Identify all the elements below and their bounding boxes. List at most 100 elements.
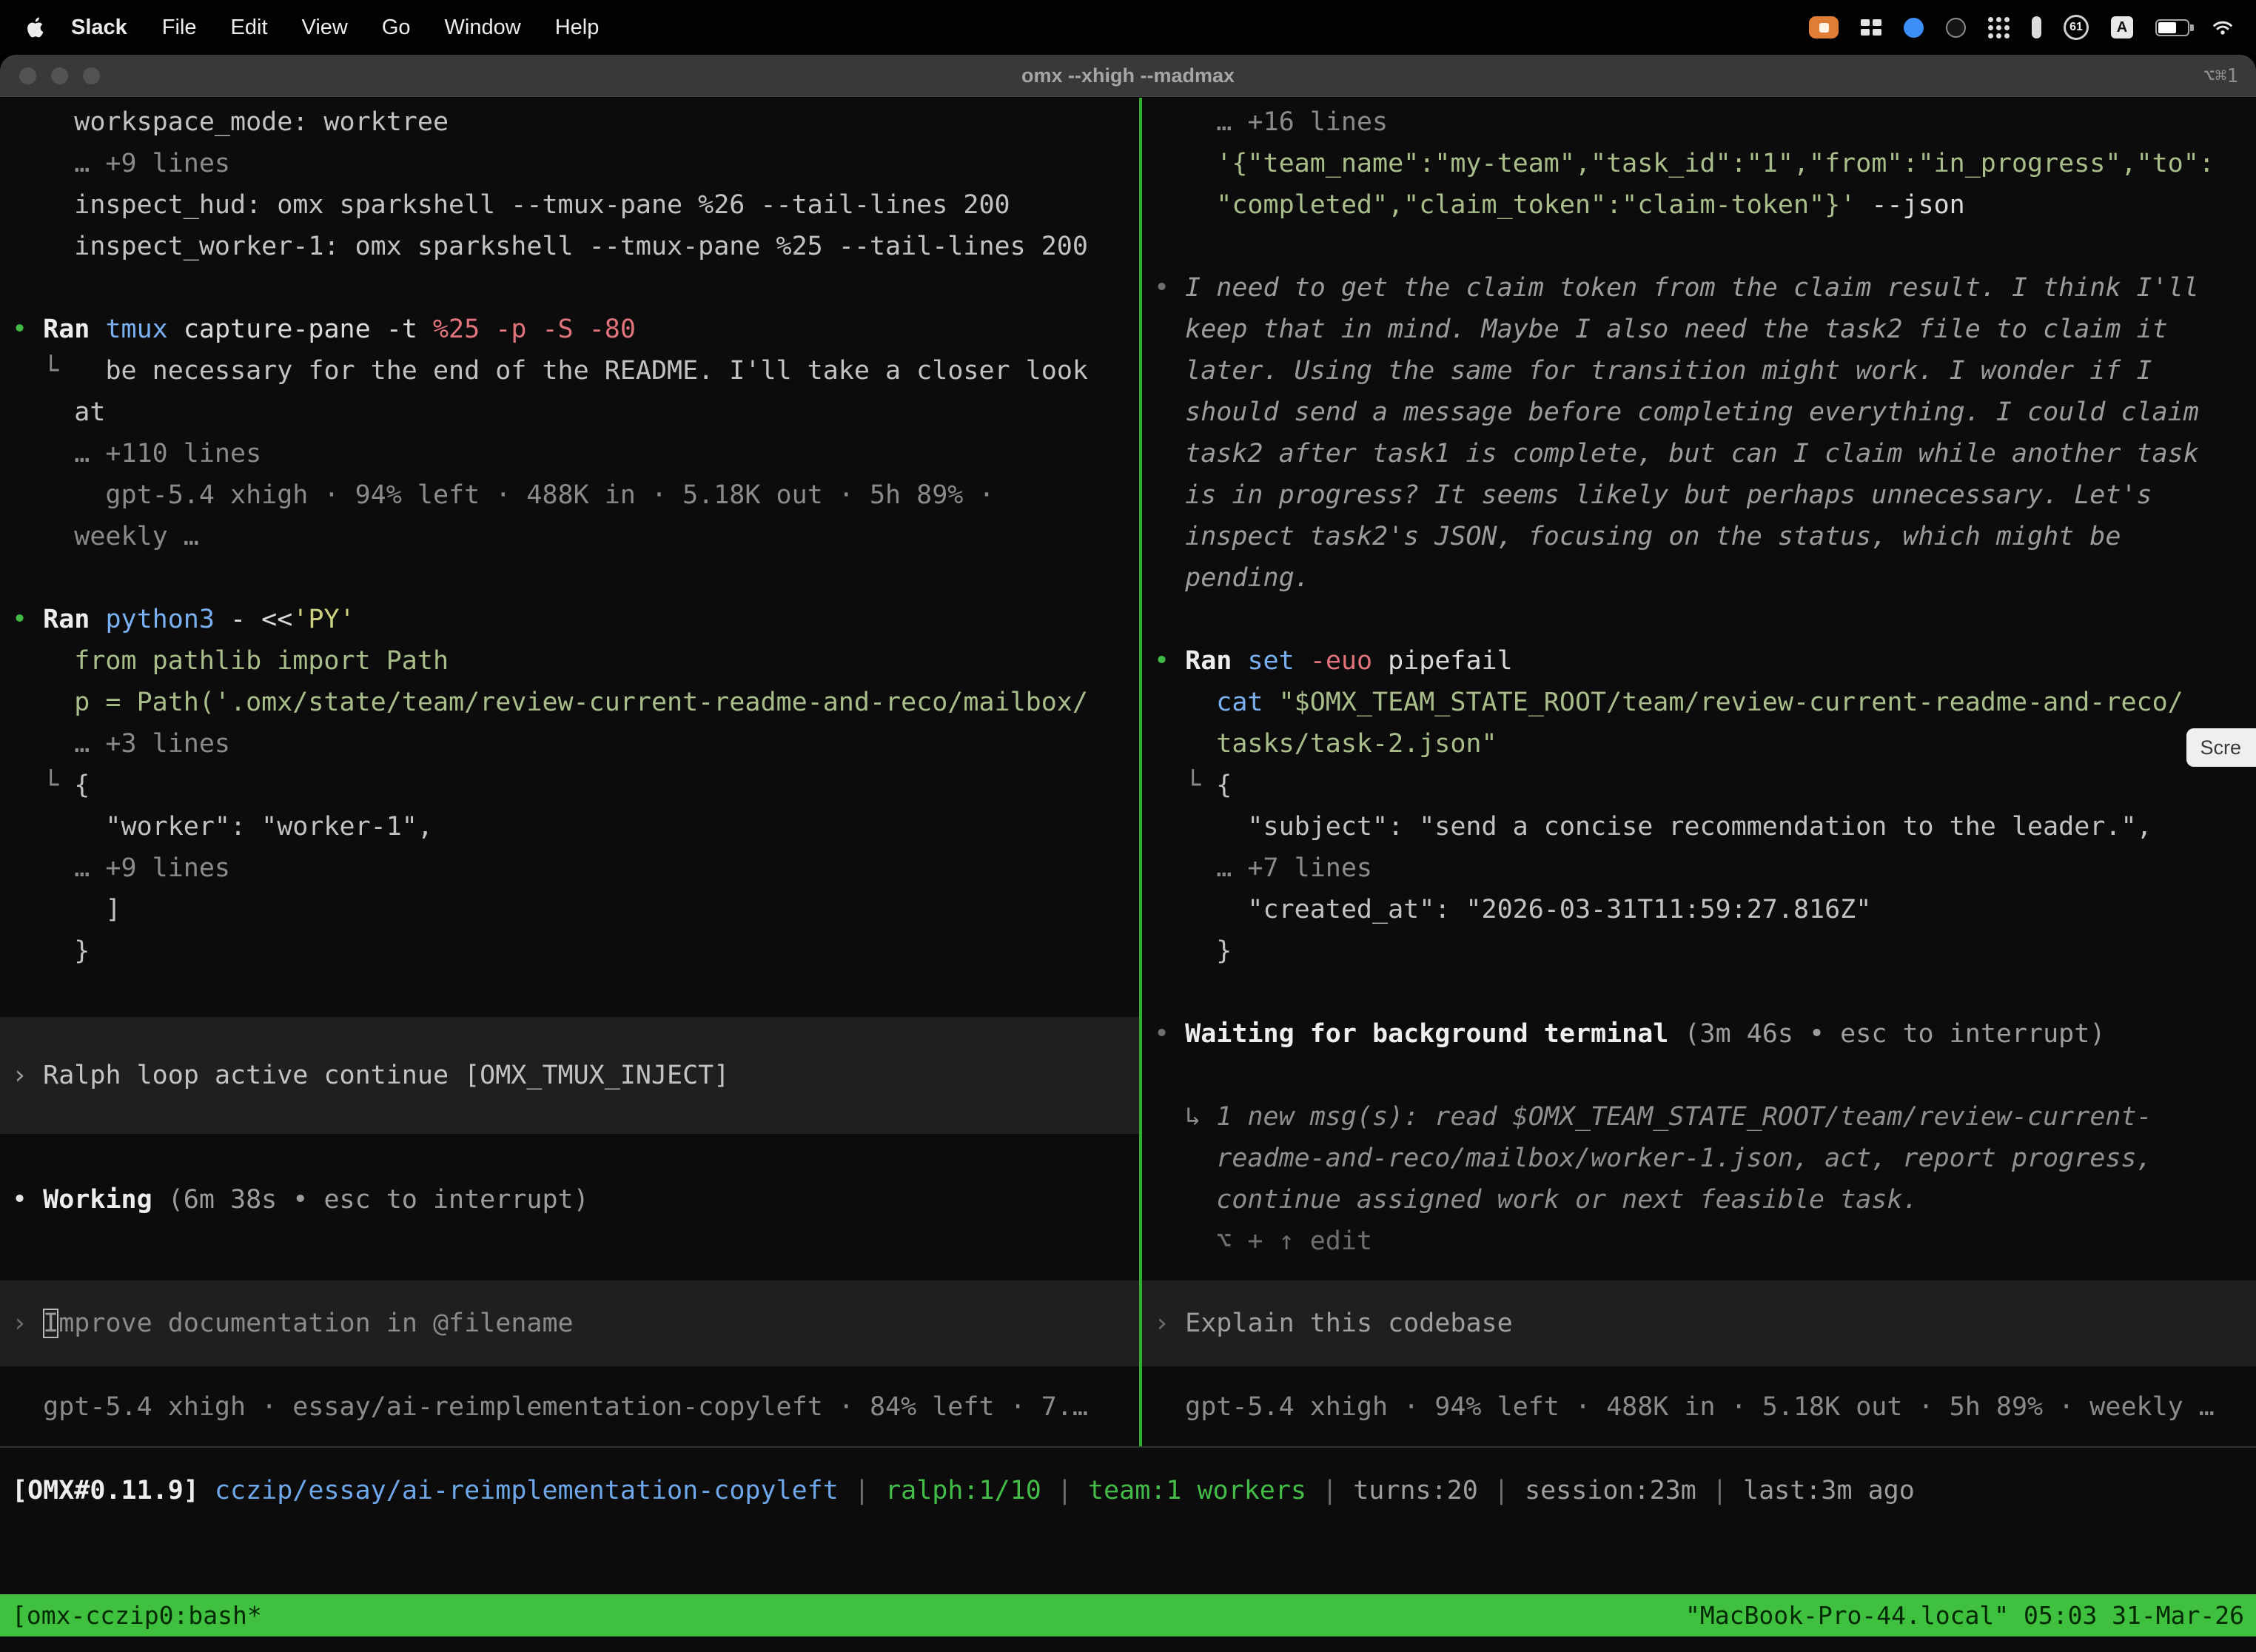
dots-grid-icon[interactable] [1988,17,2010,38]
terminal-line: ↳ 1 new msg(s): read $OMX_TEAM_STATE_ROO… [1154,1096,2256,1138]
terminal-line: cat "$OMX_TEAM_STATE_ROOT/team/review-cu… [1154,682,2256,723]
terminal-line: … +9 lines [12,847,1139,889]
traffic-lights [19,67,100,84]
menu-window[interactable]: Window [428,16,538,40]
menu-status-area: 61 A [1809,15,2234,40]
menu-left: Slack File Edit View Go Window Help [27,16,616,40]
zoom-button[interactable] [83,67,100,84]
window-titlebar[interactable]: omx --xhigh --madmax ⌥⌘1 [0,55,2256,98]
right-pane[interactable]: … +16 lines '{"team_name":"my-team","tas… [1142,98,2256,1446]
input-source-icon[interactable]: A [2111,16,2133,38]
battery-icon[interactable] [2155,19,2189,36]
terminal-line: └ { [12,765,1139,806]
window-shortcut: ⌥⌘1 [2203,65,2238,87]
window-title: omx --xhigh --madmax [1021,64,1235,87]
dark-app-icon[interactable] [1946,18,1966,38]
key-icon[interactable] [2032,16,2041,38]
left-model-status: gpt-5.4 xhigh · essay/ai-reimplementatio… [0,1386,1139,1428]
tmux-content: workspace_mode: worktree … +9 lines insp… [0,98,2256,1652]
terminal-line: "worker": "worker-1", [12,806,1139,847]
left-prompt-text: › Improve documentation in @filename [12,1309,574,1338]
screen-share-overlay-label: Scre [2200,736,2241,759]
terminal-line: • Waiting for background terminal (3m 46… [1154,1013,2256,1055]
terminal-line: gpt-5.4 xhigh · 94% left · 488K in · 5.1… [12,474,1139,516]
gauge-value: 61 [2069,21,2083,34]
terminal-line: "completed","claim_token":"claim-token"}… [1154,184,2256,226]
terminal-line: inspect_hud: omx sparkshell --tmux-pane … [12,184,1139,226]
screen-share-overlay-button[interactable]: Scre [2186,728,2256,767]
terminal-line: • Ran set -euo pipefail [1154,640,2256,682]
terminal-line: "subject": "send a concise recommendatio… [1154,806,2256,847]
terminal-line: p = Path('.omx/state/team/review-current… [12,682,1139,723]
terminal-line: } [12,930,1139,972]
terminal-line: '{"team_name":"my-team","task_id":"1","f… [1154,143,2256,184]
left-inject-text: › Ralph loop active continue [OMX_TMUX_I… [12,1061,729,1090]
terminal-line: weekly … [12,516,1139,557]
gauge-icon[interactable]: 61 [2064,15,2089,40]
terminal-line: pending. [1154,557,2256,599]
menu-help[interactable]: Help [538,16,617,40]
close-button[interactable] [19,67,36,84]
left-prompt-input[interactable]: › Improve documentation in @filename [0,1280,1139,1366]
apple-menu-icon[interactable] [27,16,46,38]
window-manager-icon[interactable] [1861,19,1881,36]
right-prompt-input[interactable]: › Explain this codebase [1142,1280,2256,1366]
right-prompt-text: › Explain this codebase [1154,1309,1513,1338]
right-model-status: gpt-5.4 xhigh · 94% left · 488K in · 5.1… [1142,1386,2256,1428]
left-pane[interactable]: workspace_mode: worktree … +9 lines insp… [0,98,1139,1446]
tmux-host-time: "MacBook-Pro-44.local" 05:03 31-Mar-26 [1685,1601,2244,1630]
wifi-icon[interactable] [2212,19,2234,36]
terminal-line: tasks/task-2.json" [1154,723,2256,765]
left-pane-output: workspace_mode: worktree … +9 lines insp… [0,98,1139,972]
terminal-line: later. Using the same for transition mig… [1154,350,2256,392]
terminal-line: … +110 lines [12,433,1139,474]
menu-file[interactable]: File [145,16,214,40]
blue-app-icon[interactable] [1904,18,1924,38]
left-working-status: • Working (6m 38s • esc to interrupt) [0,1179,1139,1220]
terminal-line [1154,1055,2256,1096]
terminal-line: … +3 lines [12,723,1139,765]
terminal-line [12,267,1139,309]
terminal-line: … +16 lines [1154,101,2256,143]
terminal-line: … +9 lines [12,143,1139,184]
minimize-button[interactable] [51,67,68,84]
terminal-line: at [12,392,1139,433]
terminal-line: keep that in mind. Maybe I also need the… [1154,309,2256,350]
left-inject-banner: › Ralph loop active continue [OMX_TMUX_I… [0,1017,1139,1134]
input-source-label: A [2117,19,2127,36]
terminal-line: └ be necessary for the end of the README… [12,350,1139,392]
terminal-line: should send a message before completing … [1154,392,2256,433]
terminal-window: omx --xhigh --madmax ⌥⌘1 workspace_mode:… [0,55,2256,1652]
terminal-line: task2 after task1 is complete, but can I… [1154,433,2256,474]
terminal-line: is in progress? It seems likely but perh… [1154,474,2256,516]
terminal-line: ⌥ + ↑ edit [1154,1220,2256,1262]
macos-menu-bar: Slack File Edit View Go Window Help 61 A [0,0,2256,55]
terminal-line: • Ran tmux capture-pane -t %25 -p -S -80 [12,309,1139,350]
terminal-line: • I need to get the claim token from the… [1154,267,2256,309]
terminal-line [1154,226,2256,267]
terminal-line [1154,599,2256,640]
terminal-line: └ { [1154,765,2256,806]
battery-fill [2158,22,2176,33]
pane-bottom-border [0,1446,2256,1448]
terminal-line [1154,972,2256,1013]
menu-view[interactable]: View [285,16,365,40]
terminal-line: continue assigned work or next feasible … [1154,1179,2256,1220]
right-pane-output: … +16 lines '{"team_name":"my-team","tas… [1142,98,2256,1262]
menu-go[interactable]: Go [365,16,428,40]
terminal-line: "created_at": "2026-03-31T11:59:27.816Z" [1154,889,2256,930]
terminal-line: readme-and-reco/mailbox/worker-1.json, a… [1154,1138,2256,1179]
menu-app-name[interactable]: Slack [53,16,145,40]
terminal-line: from pathlib import Path [12,640,1139,682]
tmux-status-bar: [omx-cczip0:bash* "MacBook-Pro-44.local"… [0,1594,2256,1636]
terminal-line: inspect_worker-1: omx sparkshell --tmux-… [12,226,1139,267]
menu-edit[interactable]: Edit [214,16,285,40]
terminal-line: … +7 lines [1154,847,2256,889]
terminal-line: • Ran python3 - <<'PY' [12,599,1139,640]
terminal-line: inspect task2's JSON, focusing on the st… [1154,516,2256,557]
screen-recording-icon[interactable] [1809,16,1839,38]
tmux-session-label: [omx-cczip0:bash* [12,1601,262,1630]
terminal-line: ] [12,889,1139,930]
terminal-line [12,557,1139,599]
terminal-line: workspace_mode: worktree [12,101,1139,143]
